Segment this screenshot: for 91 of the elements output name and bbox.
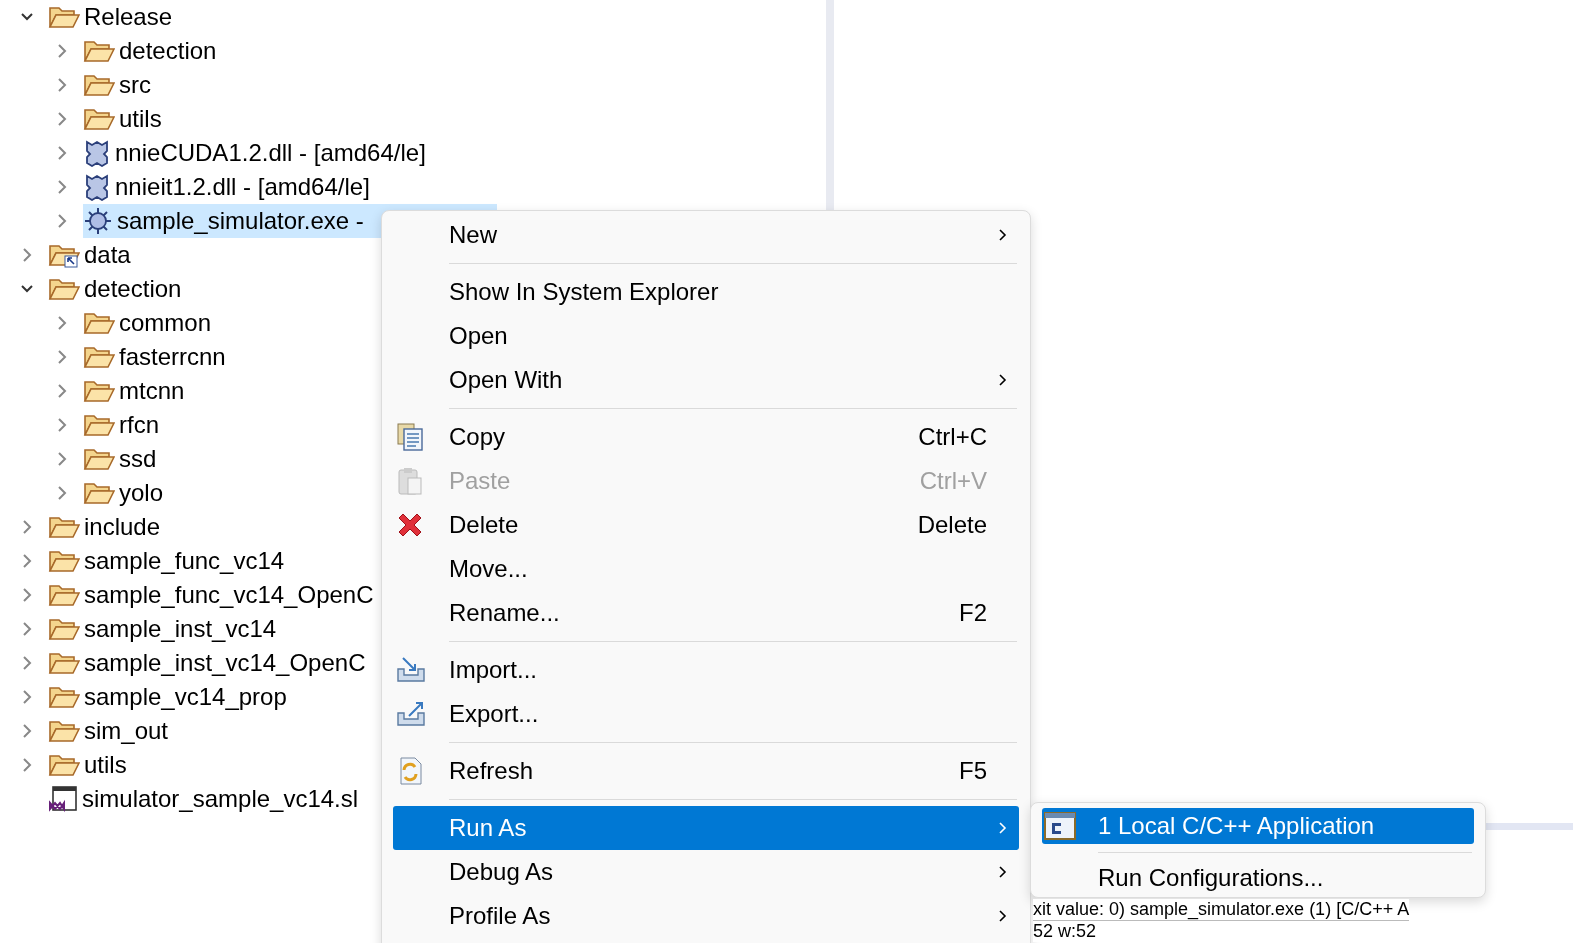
menu-item[interactable]: Show In System Explorer (393, 270, 1019, 314)
tree-item-label: fasterrcnn (119, 343, 226, 371)
menu-item[interactable]: Refresh F5 (393, 749, 1019, 793)
copy-icon (395, 422, 425, 452)
tree-item[interactable]: nnieCUDA1.2.dll - [amd64/le] (83, 136, 430, 170)
folder-icon (83, 344, 115, 370)
tree-item-label: utils (119, 105, 162, 133)
tree-item[interactable]: mtcnn (83, 374, 189, 408)
menu-item[interactable]: Move... (393, 547, 1019, 591)
folder-icon (48, 752, 80, 778)
folder-icon (48, 4, 80, 30)
tree-item-label: sim_out (84, 717, 169, 745)
folder-icon (48, 548, 80, 574)
tree-item[interactable]: Release (48, 0, 177, 34)
folder-icon (48, 650, 80, 676)
application-icon (1044, 812, 1076, 840)
paste-icon (395, 466, 425, 496)
tree-item[interactable]: rfcn (83, 408, 163, 442)
tree-item-label: sample_inst_vc14_OpenC (84, 649, 366, 677)
folder-icon (48, 684, 80, 710)
tree-item[interactable]: fasterrcnn (83, 340, 230, 374)
menu-item[interactable]: Open With (393, 358, 1019, 402)
tree-item[interactable]: sample_inst_vc14_OpenC (48, 646, 370, 680)
gear-icon (83, 206, 113, 236)
folder-icon (83, 106, 115, 132)
tree-item[interactable]: data (48, 238, 135, 272)
tree-item-label: data (84, 241, 131, 269)
tree-item[interactable]: sample_inst_vc14 (48, 612, 281, 646)
tree-item-label: include (84, 513, 161, 541)
tree-item-label: utils (84, 751, 127, 779)
menu-item[interactable]: Run As (393, 806, 1019, 850)
library-icon (83, 139, 111, 167)
tree-item-label: sample_simulator.exe - (117, 207, 364, 235)
tree-item[interactable]: sample_func_vc14_OpenC (48, 578, 378, 612)
tree-item-label: sample_func_vc14_OpenC (84, 581, 374, 609)
tree-item[interactable]: yolo (83, 476, 168, 510)
tree-item-label: nnieit1.2.dll - [amd64/le] (115, 173, 370, 201)
tree-item[interactable]: nnieit1.2.dll - [amd64/le] (83, 170, 374, 204)
folder-icon (48, 718, 80, 744)
library-icon (83, 173, 111, 201)
tree-item[interactable]: simulator_sample_vc14.sl (48, 782, 363, 816)
tree-item[interactable]: sample_func_vc14 (48, 544, 289, 578)
folder-icon (48, 616, 80, 642)
linked-folder-icon (48, 242, 80, 268)
menu-item[interactable]: Delete Delete (393, 503, 1019, 547)
tree-item-label: sample_vc14_prop (84, 683, 287, 711)
tree-item[interactable]: detection (48, 272, 186, 306)
tree-item-label: simulator_sample_vc14.sl (82, 785, 359, 813)
tree-item[interactable]: src (83, 68, 155, 102)
menu-item[interactable]: 1 Local C/C++ Application (1042, 808, 1474, 844)
menu-item[interactable]: Profile As (393, 894, 1019, 938)
folder-icon (83, 412, 115, 438)
tree-item-label: Release (84, 3, 173, 31)
tree-item[interactable]: sample_vc14_prop (48, 680, 291, 714)
folder-icon (83, 446, 115, 472)
tree-item-label: ssd (119, 445, 157, 473)
menu-item[interactable]: Rename... F2 (393, 591, 1019, 635)
export-icon (395, 699, 427, 729)
menu-item[interactable]: Run Configurations... (1042, 860, 1474, 896)
tree-item-label: nnieCUDA1.2.dll - [amd64/le] (115, 139, 426, 167)
tree-item[interactable]: common (83, 306, 216, 340)
folder-icon (83, 72, 115, 98)
tree-item-label: common (119, 309, 212, 337)
menu-item[interactable]: Export... (393, 692, 1019, 736)
tree-item[interactable]: utils (83, 102, 166, 136)
tree-item[interactable]: sim_out (48, 714, 173, 748)
menu-item[interactable]: Open (393, 314, 1019, 358)
folder-icon (83, 310, 115, 336)
menu-item[interactable]: Debug As (393, 850, 1019, 894)
menu-item[interactable]: Import... (393, 648, 1019, 692)
folder-icon (48, 514, 80, 540)
folder-icon (83, 480, 115, 506)
folder-icon (48, 582, 80, 608)
tree-item-label: detection (119, 37, 217, 65)
folder-icon (83, 378, 115, 404)
tree-item-label: yolo (119, 479, 164, 507)
solution-file-icon (48, 785, 78, 813)
tree-item-label: sample_inst_vc14 (84, 615, 277, 643)
tree-item[interactable]: utils (48, 748, 131, 782)
tree-item-label: rfcn (119, 411, 159, 439)
tree-item-label: src (119, 71, 151, 99)
folder-icon (48, 276, 80, 302)
import-icon (395, 655, 427, 685)
tree-item-label: detection (84, 275, 182, 303)
tree-item-label: sample_func_vc14 (84, 547, 285, 575)
menu-item[interactable]: Copy Ctrl+C (393, 415, 1019, 459)
tree-item[interactable]: ssd (83, 442, 161, 476)
folder-icon (83, 38, 115, 64)
tree-item-label: mtcnn (119, 377, 185, 405)
tree-item[interactable]: detection (83, 34, 221, 68)
tree-item[interactable]: include (48, 510, 165, 544)
